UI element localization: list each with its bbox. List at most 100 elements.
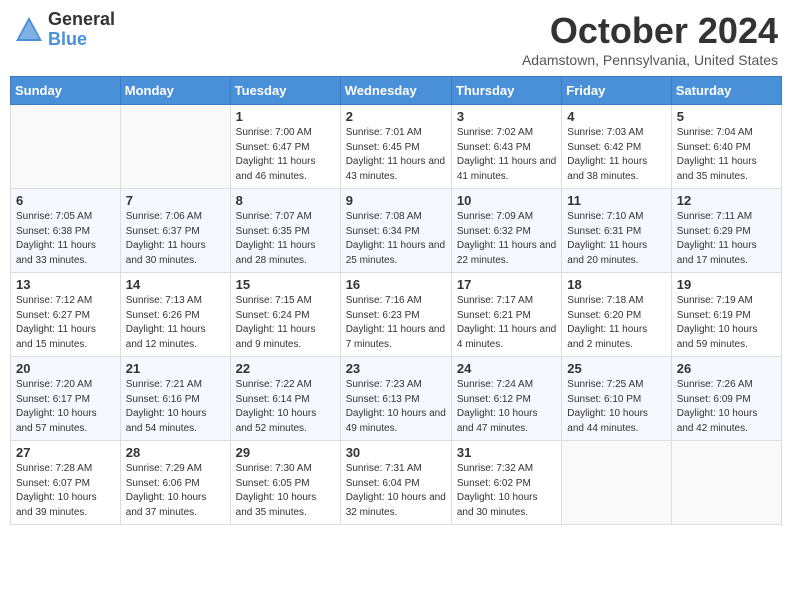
day-info: Sunrise: 7:04 AMSunset: 6:40 PMDaylight:… (677, 126, 776, 184)
day-number: 16 (346, 277, 446, 292)
calendar-cell: 4 Sunrise: 7:03 AMSunset: 6:42 PMDaylight… (562, 105, 671, 189)
day-info: Sunrise: 7:09 AMSunset: 6:32 PMDaylight:… (457, 210, 556, 268)
day-info: Sunrise: 7:26 AMSunset: 6:09 PMDaylight:… (677, 378, 776, 436)
day-info: Sunrise: 7:05 AMSunset: 6:38 PMDaylight:… (16, 210, 115, 268)
day-info: Sunrise: 7:11 AMSunset: 6:29 PMDaylight:… (677, 210, 776, 268)
calendar-cell: 19 Sunrise: 7:19 AMSunset: 6:19 PMDayligh… (671, 273, 781, 357)
day-number: 10 (457, 193, 556, 208)
calendar-cell (11, 105, 121, 189)
month-title: October 2024 (522, 10, 778, 52)
calendar-table: SundayMondayTuesdayWednesdayThursdayFrid… (10, 76, 782, 525)
day-number: 26 (677, 361, 776, 376)
calendar-week-row: 6 Sunrise: 7:05 AMSunset: 6:38 PMDaylight… (11, 189, 782, 273)
day-info: Sunrise: 7:20 AMSunset: 6:17 PMDaylight:… (16, 378, 115, 436)
logo-general-text: General (48, 10, 115, 30)
calendar-cell: 14Sunrise: 7:13 AMSunset: 6:26 PMDayligh… (120, 273, 230, 357)
day-info: Sunrise: 7:03 AMSunset: 6:42 PMDaylight:… (567, 126, 665, 184)
day-number: 8 (236, 193, 335, 208)
calendar-cell: 13Sunrise: 7:12 AMSunset: 6:27 PMDayligh… (11, 273, 121, 357)
calendar-header-row: SundayMondayTuesdayWednesdayThursdayFrid… (11, 77, 782, 105)
day-info: Sunrise: 7:07 AMSunset: 6:35 PMDaylight:… (236, 210, 335, 268)
day-info: Sunrise: 7:19 AMSunset: 6:19 PMDaylight:… (677, 294, 776, 352)
calendar-week-row: 1 Sunrise: 7:00 AMSunset: 6:47 PMDaylight… (11, 105, 782, 189)
day-number: 18 (567, 277, 665, 292)
calendar-cell: 21Sunrise: 7:21 AMSunset: 6:16 PMDayligh… (120, 357, 230, 441)
day-info: Sunrise: 7:01 AMSunset: 6:45 PMDaylight:… (346, 126, 446, 184)
calendar-week-row: 20 Sunrise: 7:20 AMSunset: 6:17 PMDayligh… (11, 357, 782, 441)
calendar-cell: 18 Sunrise: 7:18 AMSunset: 6:20 PMDayligh… (562, 273, 671, 357)
logo: General Blue (14, 10, 115, 50)
day-info: Sunrise: 7:06 AMSunset: 6:37 PMDaylight:… (126, 210, 225, 268)
day-number: 3 (457, 109, 556, 124)
logo-text: General Blue (48, 10, 115, 50)
calendar-cell: 15 Sunrise: 7:15 AMSunset: 6:24 PMDayligh… (230, 273, 340, 357)
day-info: Sunrise: 7:25 AMSunset: 6:10 PMDaylight:… (567, 378, 665, 436)
day-info: Sunrise: 7:30 AMSunset: 6:05 PMDaylight:… (236, 462, 335, 520)
day-info: Sunrise: 7:29 AMSunset: 6:06 PMDaylight:… (126, 462, 225, 520)
day-info: Sunrise: 7:18 AMSunset: 6:20 PMDaylight:… (567, 294, 665, 352)
day-number: 11 (567, 193, 665, 208)
day-info: Sunrise: 7:23 AMSunset: 6:13 PMDaylight:… (346, 378, 446, 436)
column-header-tuesday: Tuesday (230, 77, 340, 105)
logo-blue-text: Blue (48, 30, 115, 50)
day-info: Sunrise: 7:15 AMSunset: 6:24 PMDaylight:… (236, 294, 335, 352)
day-number: 1 (236, 109, 335, 124)
calendar-cell: 23Sunrise: 7:23 AMSunset: 6:13 PMDayligh… (340, 357, 451, 441)
day-number: 21 (126, 361, 225, 376)
day-number: 28 (126, 445, 225, 460)
calendar-cell: 12 Sunrise: 7:11 AMSunset: 6:29 PMDayligh… (671, 189, 781, 273)
calendar-cell: 20 Sunrise: 7:20 AMSunset: 6:17 PMDayligh… (11, 357, 121, 441)
day-number: 20 (16, 361, 115, 376)
calendar-cell: 25 Sunrise: 7:25 AMSunset: 6:10 PMDayligh… (562, 357, 671, 441)
column-header-monday: Monday (120, 77, 230, 105)
calendar-week-row: 27 Sunrise: 7:28 AMSunset: 6:07 PMDayligh… (11, 441, 782, 525)
logo-icon (14, 15, 44, 45)
column-header-wednesday: Wednesday (340, 77, 451, 105)
column-header-saturday: Saturday (671, 77, 781, 105)
day-number: 27 (16, 445, 115, 460)
day-number: 22 (236, 361, 335, 376)
location-text: Adamstown, Pennsylvania, United States (522, 52, 778, 68)
calendar-cell: 22Sunrise: 7:22 AMSunset: 6:14 PMDayligh… (230, 357, 340, 441)
day-info: Sunrise: 7:12 AMSunset: 6:27 PMDaylight:… (16, 294, 115, 352)
calendar-cell (562, 441, 671, 525)
day-info: Sunrise: 7:08 AMSunset: 6:34 PMDaylight:… (346, 210, 446, 268)
calendar-cell (120, 105, 230, 189)
calendar-cell: 7Sunrise: 7:06 AMSunset: 6:37 PMDaylight… (120, 189, 230, 273)
page-header: General Blue October 2024 Adamstown, Pen… (10, 10, 782, 68)
day-number: 17 (457, 277, 556, 292)
day-info: Sunrise: 7:02 AMSunset: 6:43 PMDaylight:… (457, 126, 556, 184)
calendar-cell: 26 Sunrise: 7:26 AMSunset: 6:09 PMDayligh… (671, 357, 781, 441)
day-info: Sunrise: 7:28 AMSunset: 6:07 PMDaylight:… (16, 462, 115, 520)
calendar-cell: 5Sunrise: 7:04 AMSunset: 6:40 PMDaylight… (671, 105, 781, 189)
day-info: Sunrise: 7:31 AMSunset: 6:04 PMDaylight:… (346, 462, 446, 520)
calendar-cell: 29 Sunrise: 7:30 AMSunset: 6:05 PMDayligh… (230, 441, 340, 525)
day-number: 31 (457, 445, 556, 460)
calendar-cell: 31Sunrise: 7:32 AMSunset: 6:02 PMDayligh… (451, 441, 561, 525)
calendar-cell: 10 Sunrise: 7:09 AMSunset: 6:32 PMDayligh… (451, 189, 561, 273)
column-header-friday: Friday (562, 77, 671, 105)
day-number: 15 (236, 277, 335, 292)
calendar-cell (671, 441, 781, 525)
calendar-cell: 2Sunrise: 7:01 AMSunset: 6:45 PMDaylight… (340, 105, 451, 189)
day-number: 4 (567, 109, 665, 124)
day-number: 25 (567, 361, 665, 376)
day-info: Sunrise: 7:24 AMSunset: 6:12 PMDaylight:… (457, 378, 556, 436)
day-number: 29 (236, 445, 335, 460)
calendar-cell: 6 Sunrise: 7:05 AMSunset: 6:38 PMDaylight… (11, 189, 121, 273)
day-info: Sunrise: 7:00 AMSunset: 6:47 PMDaylight:… (236, 126, 335, 184)
day-number: 24 (457, 361, 556, 376)
day-number: 19 (677, 277, 776, 292)
day-number: 6 (16, 193, 115, 208)
calendar-week-row: 13Sunrise: 7:12 AMSunset: 6:27 PMDayligh… (11, 273, 782, 357)
calendar-cell: 17Sunrise: 7:17 AMSunset: 6:21 PMDayligh… (451, 273, 561, 357)
title-block: October 2024 Adamstown, Pennsylvania, Un… (522, 10, 778, 68)
day-info: Sunrise: 7:13 AMSunset: 6:26 PMDaylight:… (126, 294, 225, 352)
calendar-cell: 24 Sunrise: 7:24 AMSunset: 6:12 PMDayligh… (451, 357, 561, 441)
calendar-cell: 28 Sunrise: 7:29 AMSunset: 6:06 PMDayligh… (120, 441, 230, 525)
day-info: Sunrise: 7:16 AMSunset: 6:23 PMDaylight:… (346, 294, 446, 352)
day-info: Sunrise: 7:10 AMSunset: 6:31 PMDaylight:… (567, 210, 665, 268)
day-number: 12 (677, 193, 776, 208)
calendar-cell: 30Sunrise: 7:31 AMSunset: 6:04 PMDayligh… (340, 441, 451, 525)
calendar-cell: 1 Sunrise: 7:00 AMSunset: 6:47 PMDaylight… (230, 105, 340, 189)
